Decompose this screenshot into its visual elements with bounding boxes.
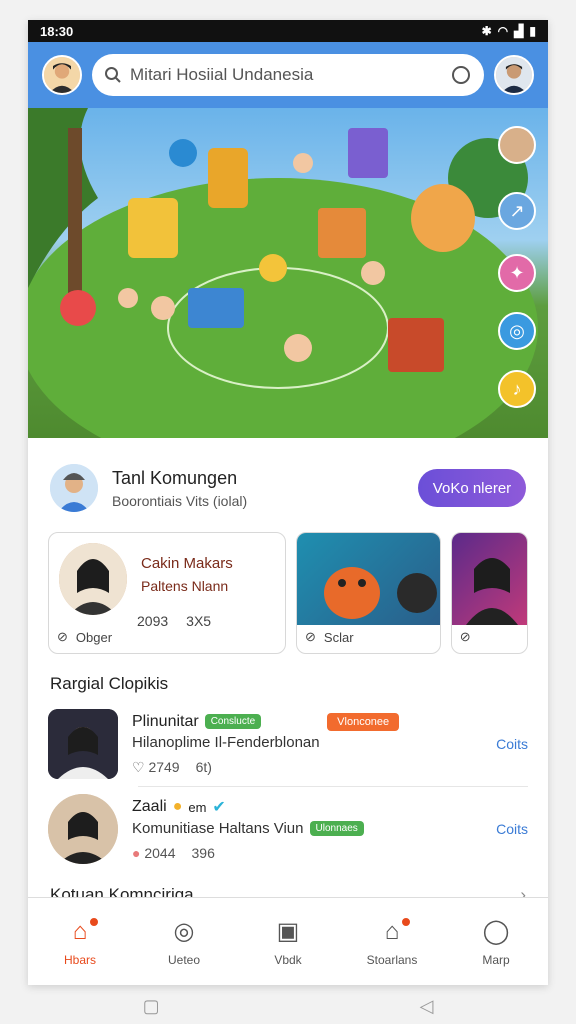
status-bar: 18:30 ✱ ◠ ▟ ▮ (28, 20, 548, 42)
section-title: Rargial Clopikis (50, 674, 169, 693)
side-avatar-button[interactable] (498, 126, 536, 164)
compass-icon: ◎ (173, 918, 195, 945)
tab-home[interactable]: ⌂ Hbars (28, 898, 132, 985)
list-thumbnail (48, 709, 118, 779)
tab-label: Marp (482, 952, 510, 967)
list-title: Zaali (132, 798, 167, 815)
featured-card-1[interactable]: Cakin Makars Paltens Nlann 2093 3X5 ⊘ Ob… (48, 532, 287, 654)
follow-button[interactable]: VoKo nlerer (418, 469, 526, 507)
check-icon: ⊘ (305, 629, 316, 644)
list-action-link[interactable]: Coits (496, 821, 528, 837)
creator-subtitle: Boorontiais Vits (iolal) (112, 492, 248, 509)
card-avatar (59, 543, 127, 615)
list-item[interactable]: Plinunitar Conslucte Vlonconee Hilanopli… (28, 702, 548, 786)
wifi-icon: ◠ (497, 24, 509, 38)
list-title: Plinunitar (132, 712, 199, 730)
search-bar[interactable]: Mitari Hosiial Undanesia (92, 54, 484, 96)
card-stat-1: 2093 (137, 613, 169, 629)
view-count: 396 (191, 845, 215, 861)
list-thumbnail (48, 794, 118, 864)
battery-icon: ▮ (529, 24, 536, 38)
check-icon: ⊘ (459, 629, 471, 644)
recent-apps-icon[interactable]: ▢ (143, 996, 160, 1017)
tab-label: Hbars (63, 952, 96, 967)
notification-dot (88, 916, 100, 928)
list-desc: Komunitiase Haltans Viun (132, 820, 304, 837)
status-badge: Ulonnaes (309, 821, 364, 836)
top-header: Mitari Hosiial Undanesia (28, 42, 548, 108)
check-icon: ⊘ (57, 629, 68, 644)
like-count: 2044 (144, 845, 176, 861)
status-badge: Conslucte (204, 714, 262, 729)
list-title-extra: em (188, 799, 207, 815)
status-time: 18:30 (40, 23, 74, 39)
phone-screen: 18:30 ✱ ◠ ▟ ▮ Mitari Hosiial Undanesia ↗… (28, 20, 548, 985)
featured-card-3[interactable]: ⊘ (450, 532, 529, 654)
calendar-icon: ▣ (276, 918, 300, 945)
live-badge: Vlonconee (327, 712, 400, 731)
tab-store[interactable]: ⌂ Stoarlans (340, 898, 444, 985)
heart-icon: ♡ (132, 758, 145, 775)
tab-label: Vbdk (274, 952, 302, 967)
user-avatar[interactable] (42, 55, 82, 95)
tab-explore[interactable]: ◎ Ueteo (132, 898, 236, 985)
music-icon[interactable]: ♪ (498, 370, 536, 408)
banner-illustration (28, 108, 538, 438)
featured-card-2[interactable]: ⊘ Sclar (296, 532, 441, 654)
profile-icon: ◯ (482, 918, 510, 945)
view-count: 6t) (195, 758, 212, 775)
list-item[interactable]: Zaali ● em ✔ Komunitiase Haltans Viun Ul… (28, 787, 548, 871)
card-footer: Obger (75, 629, 113, 645)
tab-label: Ueteo (167, 952, 201, 967)
notification-dot (400, 916, 412, 928)
creator-avatar[interactable] (50, 464, 98, 512)
list-desc: Hilanoplime Il-Fenderblonan (132, 733, 320, 751)
bluetooth-icon: ✱ (481, 24, 492, 38)
mic-icon[interactable] (450, 64, 472, 86)
signal-icon: ▟ (514, 24, 524, 38)
creator-row[interactable]: Tanl Komungen Boorontiais Vits (iolal) V… (28, 438, 548, 524)
tab-label: Stoarlans (366, 952, 418, 967)
search-input[interactable]: Mitari Hosiial Undanesia (130, 65, 442, 85)
search-icon (105, 67, 121, 83)
share-icon[interactable]: ↗ (498, 192, 536, 230)
card-title: Cakin Makars (141, 555, 233, 572)
verified-icon: ✔ (212, 799, 226, 816)
creator-name: Tanl Komungen (112, 467, 238, 488)
list-action-link[interactable]: Coits (496, 736, 528, 752)
chat-icon[interactable]: ◎ (498, 312, 536, 350)
coin-icon: ● (172, 798, 183, 815)
card-footer: Sclar (323, 629, 354, 645)
back-icon[interactable]: ◁ (420, 996, 434, 1017)
system-nav-bar: ▢ ◁ (0, 988, 576, 1024)
card-image (451, 533, 528, 625)
like-count: 2749 (148, 758, 180, 775)
card-subtitle: Paltens Nlann (141, 578, 229, 594)
bottom-tab-bar: ⌂ Hbars ◎ Ueteo ▣ Vbdk ⌂ Stoarlans ◯ Mar… (28, 897, 548, 985)
tab-calendar[interactable]: ▣ Vbdk (236, 898, 340, 985)
card-stat-2: 3X5 (186, 613, 212, 629)
card-image (297, 533, 440, 625)
profile-avatar[interactable] (494, 55, 534, 95)
gift-icon[interactable]: ✦ (498, 254, 536, 292)
heart-icon: ● (132, 845, 141, 861)
hero-banner[interactable]: ↗ ✦ ◎ ♪ (28, 108, 548, 438)
featured-cards: Cakin Makars Paltens Nlann 2093 3X5 ⊘ Ob… (28, 524, 548, 654)
tab-profile[interactable]: ◯ Marp (444, 898, 548, 985)
